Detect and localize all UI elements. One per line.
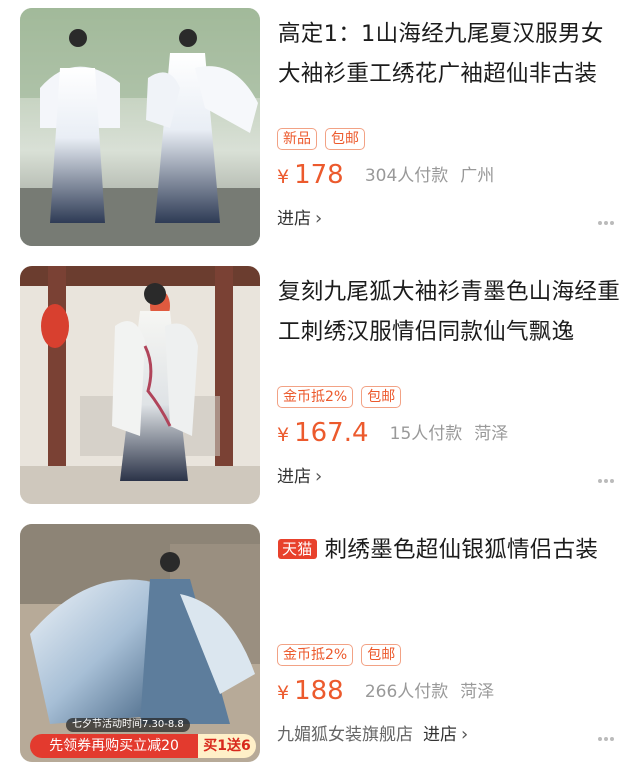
product-tags: 金币抵2% 包邮 xyxy=(277,644,409,668)
currency-symbol: ¥ xyxy=(277,166,290,188)
product-title[interactable]: 复刻九尾狐大袖衫青墨色山海经重工刺绣汉服情侣同款仙气飘逸 xyxy=(278,272,623,352)
chevron-right-icon: › xyxy=(461,724,469,745)
promo-coupon-label: 先领券再购买立减20 xyxy=(30,734,198,758)
product-image[interactable] xyxy=(20,266,260,504)
sales-count: 266人付款 xyxy=(364,682,449,702)
sales-meta: 304人付款 广州 xyxy=(365,161,494,186)
promo-banner[interactable]: 七夕节活动时间7.30-8.8 先领券再购买立减20 买1送6 xyxy=(20,716,260,762)
free-shipping-tag: 包邮 xyxy=(361,644,402,666)
product-card[interactable]: 七夕节活动时间7.30-8.8 先领券再购买立减20 买1送6 天猫 刺绣墨色超仙… xyxy=(0,516,640,774)
shop-name[interactable]: 九媚狐女装旗舰店 xyxy=(277,725,413,745)
sales-meta: 15人付款 菏泽 xyxy=(390,419,509,444)
enter-shop-link[interactable]: 进店 › xyxy=(277,466,323,487)
price: ¥167.4 xyxy=(277,418,369,448)
product-image[interactable]: 七夕节活动时间7.30-8.8 先领券再购买立减20 买1送6 xyxy=(20,524,260,762)
product-title[interactable]: 高定1：1山海经九尾夏汉服男女大袖衫重工绣花广袖超仙非古装 xyxy=(278,14,623,94)
product-card[interactable]: 复刻九尾狐大袖衫青墨色山海经重工刺绣汉服情侣同款仙气飘逸 金币抵2% 包邮 ¥16… xyxy=(0,258,640,516)
product-title[interactable]: 天猫 刺绣墨色超仙银狐情侣古装 xyxy=(278,530,623,570)
chevron-right-icon: › xyxy=(315,466,323,487)
price-row: ¥178 304人付款 广州 xyxy=(277,160,494,200)
enter-shop-label: 进店 xyxy=(277,209,311,229)
location: 菏泽 xyxy=(474,424,509,444)
price-value: 188 xyxy=(294,676,344,706)
location: 菏泽 xyxy=(460,682,495,702)
price-value: 178 xyxy=(294,160,344,190)
more-options-icon[interactable] xyxy=(598,726,618,741)
price: ¥188 xyxy=(277,676,344,706)
currency-symbol: ¥ xyxy=(277,424,290,446)
price-row: ¥167.4 15人付款 菏泽 xyxy=(277,418,508,458)
sales-meta: 266人付款 菏泽 xyxy=(365,677,494,702)
enter-shop-label: 进店 xyxy=(423,725,457,745)
enter-shop-label: 进店 xyxy=(277,467,311,487)
price: ¥178 xyxy=(277,160,344,190)
product-title-text: 刺绣墨色超仙银狐情侣古装 xyxy=(324,537,599,563)
sales-count: 15人付款 xyxy=(389,424,463,444)
location: 广州 xyxy=(460,166,495,186)
free-shipping-tag: 包邮 xyxy=(361,386,402,408)
product-image[interactable] xyxy=(20,8,260,246)
free-shipping-tag: 包邮 xyxy=(325,128,365,150)
currency-symbol: ¥ xyxy=(277,682,290,704)
more-options-icon[interactable] xyxy=(598,468,618,483)
promo-offer-label: 买1送6 xyxy=(198,734,256,758)
shop-row: 九媚狐女装旗舰店 进店 › xyxy=(277,720,468,748)
shop-row: 进店 › xyxy=(277,204,322,232)
more-options-icon[interactable] xyxy=(598,210,618,225)
promo-event-label: 七夕节活动时间7.30-8.8 xyxy=(66,718,190,732)
sales-count: 304人付款 xyxy=(364,166,449,186)
chevron-right-icon: › xyxy=(315,208,323,229)
enter-shop-link[interactable]: 进店 › xyxy=(423,724,469,745)
product-tags: 新品 包邮 xyxy=(277,128,373,152)
tmall-badge: 天猫 xyxy=(278,539,317,559)
product-list: 高定1：1山海经九尾夏汉服男女大袖衫重工绣花广袖超仙非古装 新品 包邮 ¥178 … xyxy=(0,0,640,775)
price-row: ¥188 266人付款 菏泽 xyxy=(277,676,494,716)
hanfu-pavilion-photo xyxy=(20,266,260,504)
new-tag: 新品 xyxy=(277,128,317,150)
hanfu-couple-photo xyxy=(20,8,260,246)
coin-discount-tag: 金币抵2% xyxy=(277,386,354,408)
product-tags: 金币抵2% 包邮 xyxy=(277,386,409,410)
enter-shop-link[interactable]: 进店 › xyxy=(277,208,323,229)
shop-row: 进店 › xyxy=(277,462,322,490)
price-value: 167.4 xyxy=(294,418,369,448)
product-card[interactable]: 高定1：1山海经九尾夏汉服男女大袖衫重工绣花广袖超仙非古装 新品 包邮 ¥178 … xyxy=(0,0,640,258)
coin-discount-tag: 金币抵2% xyxy=(277,644,354,666)
